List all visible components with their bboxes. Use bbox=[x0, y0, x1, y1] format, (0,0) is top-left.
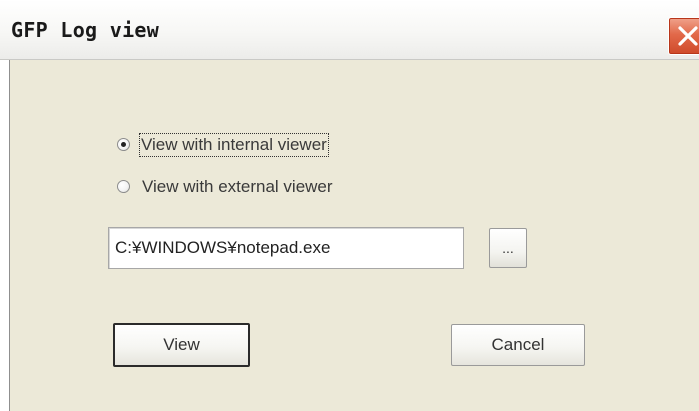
close-x-icon bbox=[678, 26, 698, 46]
close-button[interactable] bbox=[668, 17, 699, 55]
view-button[interactable]: View bbox=[113, 323, 250, 367]
radio-external-viewer[interactable]: View with external viewer bbox=[117, 176, 387, 200]
dialog-body: View with internal viewer View with exte… bbox=[9, 60, 699, 411]
browse-button[interactable]: ... bbox=[489, 228, 527, 268]
radio-external-circle[interactable] bbox=[117, 180, 130, 193]
cancel-button[interactable]: Cancel bbox=[451, 324, 585, 366]
viewer-path-input[interactable] bbox=[108, 227, 464, 269]
radio-internal-viewer[interactable]: View with internal viewer bbox=[117, 133, 387, 158]
title-bar[interactable]: GFP Log view bbox=[0, 0, 699, 60]
window-title: GFP Log view bbox=[11, 18, 160, 42]
gfp-log-view-dialog: GFP Log view View with internal viewer V… bbox=[0, 0, 699, 411]
radio-internal-label[interactable]: View with internal viewer bbox=[139, 133, 329, 157]
radio-selected-dot-icon bbox=[121, 142, 126, 147]
radio-external-label[interactable]: View with external viewer bbox=[142, 176, 333, 198]
radio-internal-circle[interactable] bbox=[117, 138, 130, 151]
